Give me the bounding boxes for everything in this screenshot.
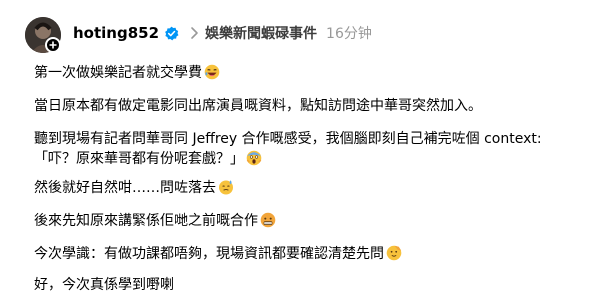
verified-badge-icon: [164, 26, 179, 41]
paragraph-4: 然後就好自然咁……問咗落去: [34, 177, 234, 199]
screaming-emoji-icon: [246, 150, 262, 166]
follow-plus-icon[interactable]: [45, 37, 61, 53]
paragraph-6: 今次學識：有做功課都唔夠，現場資訊都要確認清楚先問: [34, 243, 402, 265]
post-timestamp: 16分钟: [326, 26, 372, 42]
sweat-emoji-icon: [218, 179, 234, 195]
paragraph-text: 當日原本都有做定電影同出席演員嘅資料，點知訪問途中華哥突然加入。: [34, 98, 482, 114]
rolling-laugh-emoji-icon: [204, 64, 220, 80]
paragraph-text: 今次學識：有做功課都唔夠，現場資訊都要確認清楚先問: [34, 246, 384, 262]
username[interactable]: hoting852: [73, 24, 159, 42]
paragraph-3: 聽到現場有記者問華哥同 Jeffrey 合作嘅感受，我個腦即刻自己補完咗個 co…: [34, 128, 542, 150]
post-meta-row: hoting852 娛樂新聞蝦碌事件 16分钟: [73, 22, 372, 44]
saluting-face-emoji-icon: [386, 245, 402, 261]
paragraph-text: 然後就好自然咁……問咗落去: [34, 180, 216, 196]
paragraph-text: 後來先知原來講緊係佢哋之前嘅合作: [34, 213, 258, 229]
chevron-right-icon: [189, 26, 199, 40]
paragraph-5: 後來先知原來講緊係佢哋之前嘅合作: [34, 210, 276, 232]
paragraph-text: 「吓？原來華哥都有份呢套戲？」: [34, 151, 244, 167]
avatar[interactable]: [25, 17, 61, 53]
topic-tag[interactable]: 娛樂新聞蝦碌事件: [205, 23, 317, 43]
sweating-face-emoji-icon: [260, 212, 276, 228]
paragraph-3-continued: 「吓？原來華哥都有份呢套戲？」: [34, 148, 262, 170]
paragraph-text: 好，今次真係學到嘢喇: [34, 277, 174, 293]
paragraph-text: 第一次做娛樂記者就交學費: [34, 65, 202, 81]
paragraph-7: 好，今次真係學到嘢喇: [34, 274, 174, 296]
post-header: hoting852 娛樂新聞蝦碌事件 16分钟: [0, 0, 609, 62]
paragraph-text: 聽到現場有記者問華哥同 Jeffrey 合作嘅感受，我個腦即刻自己補完咗個 co…: [34, 131, 542, 147]
paragraph-1: 第一次做娛樂記者就交學費: [34, 62, 220, 84]
paragraph-2: 當日原本都有做定電影同出席演員嘅資料，點知訪問途中華哥突然加入。: [34, 95, 482, 117]
